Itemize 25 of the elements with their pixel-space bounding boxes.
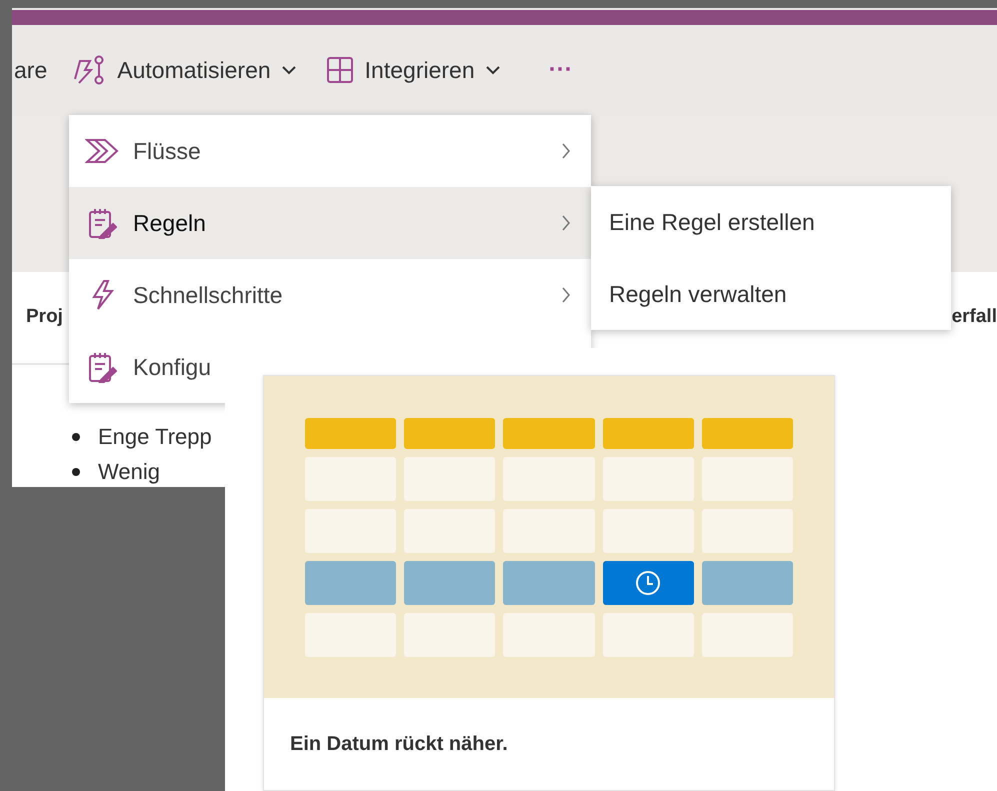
submenu-item[interactable]: Regeln verwalten [591, 258, 951, 330]
bullet-icon [72, 432, 80, 440]
notepad-pencil-icon [87, 351, 117, 383]
menu-item[interactable]: Schnellschritte [69, 259, 591, 331]
menu-item[interactable]: Regeln [69, 187, 591, 259]
chevron-right-icon [561, 214, 571, 232]
column-header: erfall [952, 305, 997, 330]
list-item-text: Enge Trepp [98, 423, 212, 451]
chevron-right-icon [561, 142, 571, 160]
bullet-icon [72, 468, 80, 476]
flow-arrows-icon [85, 138, 119, 164]
chevron-right-icon [561, 286, 571, 304]
submenu-item[interactable]: Eine Regel erstellen [591, 186, 951, 258]
layout-blocks-icon [324, 55, 355, 85]
toolbar-dropdown-button[interactable]: Automatisieren [71, 52, 297, 88]
toolbar-label: are [13, 56, 48, 85]
menu-item[interactable]: Flüsse [69, 115, 591, 187]
card-caption: Ein Datum rückt näher. [290, 732, 508, 757]
chevron-down-icon [280, 65, 297, 75]
more-button[interactable]: ··· [548, 52, 573, 88]
chevron-down-icon [484, 65, 501, 75]
toolbar-dropdown-button[interactable]: Integrieren [324, 52, 501, 88]
notepad-pencil-icon [87, 207, 117, 239]
list-item-text: Wenig [98, 458, 160, 486]
column-header: Proj [26, 305, 63, 330]
